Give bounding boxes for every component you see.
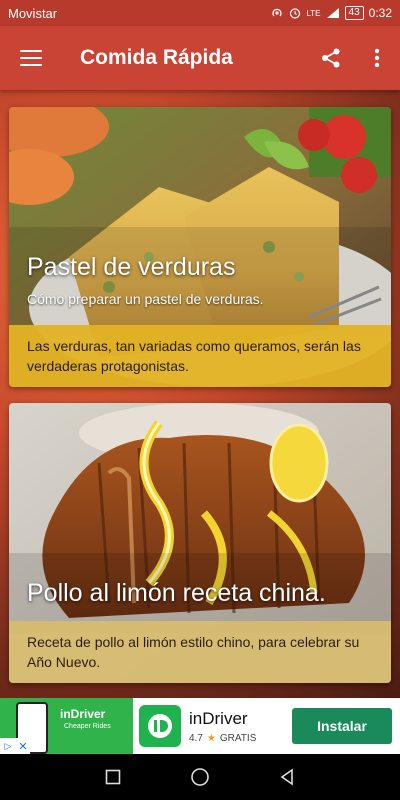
status-icons: LTE 43 0:32 (270, 6, 392, 20)
recents-icon (106, 769, 121, 785)
card-description: Receta de pollo al limón estilo chino, p… (9, 621, 391, 683)
app-logo-icon (139, 705, 181, 747)
clock: 0:32 (368, 6, 392, 20)
share-icon (322, 48, 340, 68)
system-nav-bar (0, 754, 400, 800)
ad-thumbnail[interactable]: inDriver Cheaper Rides ▷ ✕ (0, 698, 133, 754)
card-subtitle: Cómo preparar un pastel de verduras. (27, 291, 264, 307)
ad-banner[interactable]: inDriver Cheaper Rides ▷ ✕ inDriver 4.7 … (0, 698, 400, 754)
status-bar: Movistar LTE 43 0:32 (0, 0, 400, 26)
ad-thumb-tagline: Cheaper Rides (64, 723, 111, 730)
recents-button[interactable] (93, 757, 133, 797)
recipe-list: Pastel de verduras Cómo preparar un past… (0, 90, 400, 698)
more-options-button[interactable] (354, 26, 400, 90)
page-title: Comida Rápida (80, 46, 233, 69)
ad-rating: 4.7 (189, 732, 203, 744)
install-button[interactable]: Instalar (292, 708, 392, 744)
ad-details: inDriver 4.7 ★ GRATIS (181, 709, 292, 744)
ad-price: GRATIS (219, 732, 257, 744)
recipe-card[interactable]: Pastel de verduras Cómo preparar un past… (9, 107, 391, 387)
star-icon: ★ (206, 732, 216, 744)
back-icon (280, 768, 293, 786)
card-title: Pollo al limón receta china. (27, 579, 326, 607)
more-vert-icon (374, 48, 380, 68)
back-button[interactable] (267, 757, 307, 797)
ad-close-icon[interactable]: ✕ (16, 738, 30, 754)
carrier-label: Movistar (8, 5, 58, 21)
ad-app-name: inDriver (189, 708, 248, 728)
indriver-logo-icon (148, 714, 172, 738)
alarm-icon (290, 8, 301, 19)
ad-meta: 4.7 ★ GRATIS (189, 733, 292, 744)
battery-indicator: 43 (344, 6, 364, 20)
home-button[interactable] (180, 757, 220, 797)
app-toolbar: Comida Rápida (0, 26, 400, 90)
card-title: Pastel de verduras (27, 253, 236, 281)
signal-icon (326, 8, 339, 18)
menu-button[interactable] (0, 26, 62, 90)
menu-icon (20, 50, 42, 66)
ad-thumb-title: inDriver (60, 707, 106, 721)
card-description: Las verduras, tan variadas como queramos… (9, 325, 391, 387)
recipe-card[interactable]: Pollo al limón receta china. Receta de p… (9, 403, 391, 683)
ad-info-icon[interactable]: ▷ (0, 738, 16, 754)
home-icon (191, 768, 209, 786)
hotspot-icon (272, 8, 283, 17)
network-type: LTE (306, 8, 321, 18)
share-button[interactable] (308, 26, 354, 90)
